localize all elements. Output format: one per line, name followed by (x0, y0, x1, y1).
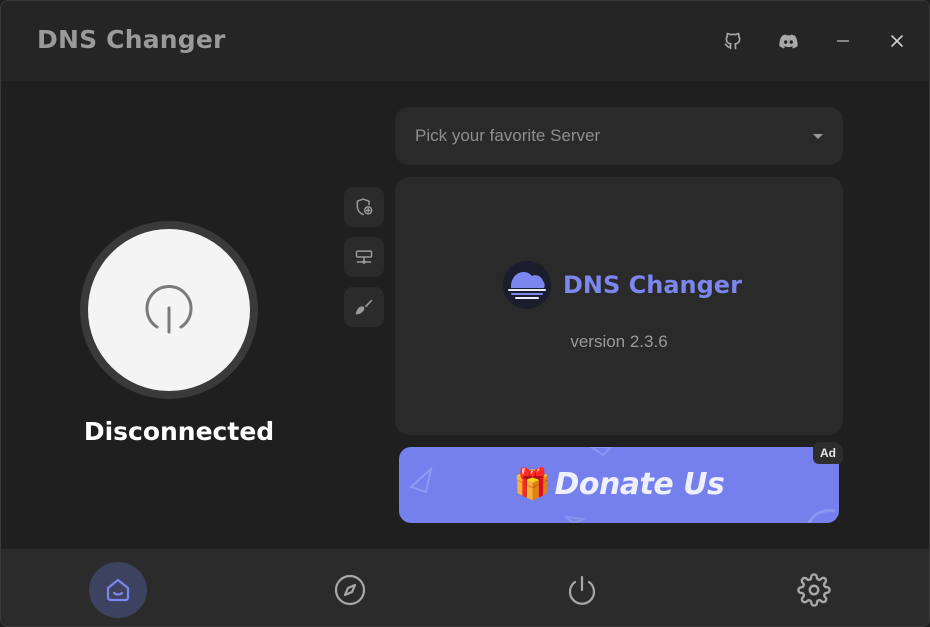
ad-badge: Ad (813, 442, 843, 464)
shield-add-icon (356, 198, 373, 216)
minimize-button[interactable] (829, 27, 857, 55)
minimize-icon (837, 40, 849, 42)
broom-icon (355, 299, 373, 315)
add-custom-dns-button[interactable] (344, 187, 384, 227)
nav-settings[interactable] (785, 562, 843, 618)
network-adapter-button[interactable] (344, 237, 384, 277)
app-window: DNS Changer Disconnected Pick your favor… (0, 0, 930, 627)
close-icon (891, 35, 903, 47)
connection-status: Disconnected (83, 417, 275, 446)
chevron-down-icon (813, 134, 823, 139)
connect-button[interactable] (88, 229, 250, 391)
donate-banner[interactable]: 🎁 Donate Us (399, 447, 839, 523)
compass-icon (334, 574, 366, 606)
github-button[interactable] (719, 27, 747, 55)
server-select[interactable]: Pick your favorite Server (395, 107, 843, 165)
donate-label: 🎁 Donate Us (399, 467, 839, 502)
app-title: DNS Changer (37, 25, 226, 54)
app-logo-icon (503, 261, 551, 309)
server-select-placeholder: Pick your favorite Server (415, 126, 601, 145)
discord-icon (778, 34, 798, 48)
flush-dns-button[interactable] (344, 287, 384, 327)
nav-power[interactable] (553, 562, 611, 618)
app-info-card: DNS Changer version 2.3.6 (395, 177, 843, 435)
nav-explore[interactable] (321, 562, 379, 618)
power-icon (568, 575, 596, 605)
close-button[interactable] (883, 27, 911, 55)
github-icon (724, 32, 741, 50)
title-bar[interactable]: DNS Changer (1, 1, 929, 81)
power-icon (145, 285, 193, 334)
donate-text: Donate Us (554, 467, 725, 502)
network-server-icon (355, 250, 373, 264)
bottom-nav (1, 549, 929, 626)
card-app-title: DNS Changer (563, 271, 742, 299)
app-version: version 2.3.6 (570, 332, 668, 351)
home-icon (106, 578, 130, 602)
discord-button[interactable] (774, 27, 802, 55)
gift-icon: 🎁 (513, 467, 551, 502)
gear-icon (797, 573, 831, 607)
nav-home[interactable] (89, 562, 147, 618)
